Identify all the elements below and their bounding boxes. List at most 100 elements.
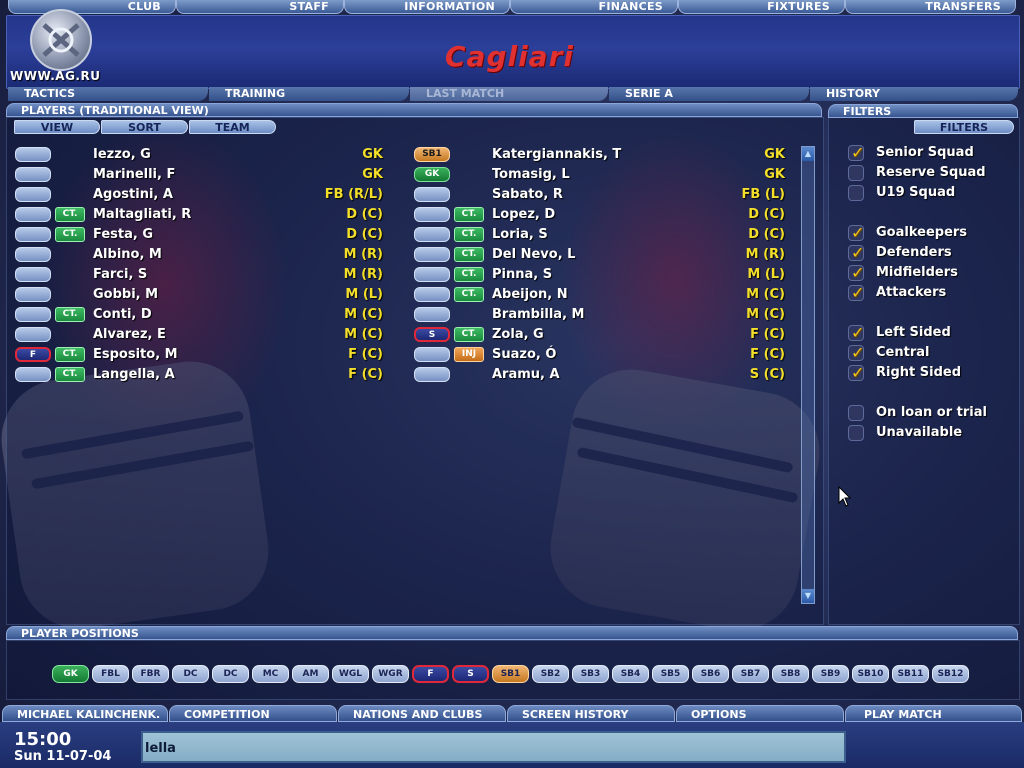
player-info-button[interactable]: [414, 347, 450, 362]
filter-row[interactable]: ✓ Attackers: [848, 283, 1018, 302]
player-row[interactable]: INJ Suazo, Ó F (C): [414, 346, 785, 364]
position-slot[interactable]: SB12: [932, 665, 969, 683]
filter-row[interactable]: U19 Squad: [848, 184, 1018, 202]
filter-row[interactable]: ✓ Defenders: [848, 243, 1018, 262]
position-slot[interactable]: SB7: [732, 665, 769, 683]
filter-checkbox[interactable]: [848, 185, 864, 201]
player-name[interactable]: Agostini, A: [93, 186, 173, 204]
player-info-button[interactable]: [15, 287, 51, 302]
filter-row[interactable]: ✓ Senior Squad: [848, 143, 1018, 162]
player-name[interactable]: Maltagliati, R: [93, 206, 191, 224]
player-row[interactable]: CT. Loria, S D (C): [414, 226, 785, 244]
player-name[interactable]: Suazo, Ó: [492, 346, 556, 364]
filter-row[interactable]: ✓ Midfielders: [848, 263, 1018, 282]
sub-tab-last-match[interactable]: LAST MATCH: [410, 87, 608, 101]
position-slot[interactable]: SB5: [652, 665, 689, 683]
position-slot[interactable]: F: [412, 665, 449, 683]
player-info-button[interactable]: SB1: [414, 147, 450, 162]
player-info-button[interactable]: [414, 247, 450, 262]
filter-row[interactable]: Unavailable: [848, 424, 1018, 442]
search-input[interactable]: lella: [141, 731, 846, 763]
position-slot[interactable]: SB6: [692, 665, 729, 683]
player-name[interactable]: Esposito, M: [93, 346, 178, 364]
top-tab-transfers[interactable]: TRANSFERS: [845, 0, 1016, 14]
bottom-tab-manager[interactable]: MICHAEL KALINCHENK.: [2, 705, 168, 722]
player-info-button[interactable]: [15, 227, 51, 242]
player-row[interactable]: Iezzo, G GK: [15, 146, 383, 164]
position-slot[interactable]: SB4: [612, 665, 649, 683]
player-row[interactable]: Alvarez, E M (C): [15, 326, 383, 344]
player-name[interactable]: Festa, G: [93, 226, 153, 244]
player-info-button[interactable]: [15, 247, 51, 262]
player-row[interactable]: Brambilla, M M (C): [414, 306, 785, 324]
player-info-button[interactable]: [15, 147, 51, 162]
filter-checkbox[interactable]: ✓: [848, 283, 864, 302]
player-info-button[interactable]: [15, 327, 51, 342]
player-info-button[interactable]: [15, 267, 51, 282]
player-name[interactable]: Aramu, A: [492, 366, 560, 384]
player-row[interactable]: S CT. Zola, G F (C): [414, 326, 785, 344]
player-info-button[interactable]: [15, 307, 51, 322]
filter-row[interactable]: Reserve Squad: [848, 164, 1018, 182]
player-row[interactable]: GK Tomasig, L GK: [414, 166, 785, 184]
player-name[interactable]: Gobbi, M: [93, 286, 158, 304]
sub-tab-serie-a[interactable]: SERIE A: [609, 87, 809, 101]
player-row[interactable]: Farci, S M (R): [15, 266, 383, 284]
sort-button[interactable]: SORT: [101, 120, 188, 134]
player-name[interactable]: Del Nevo, L: [492, 246, 575, 264]
position-slot[interactable]: SB9: [812, 665, 849, 683]
player-info-button[interactable]: [414, 267, 450, 282]
sub-tab-history[interactable]: HISTORY: [810, 87, 1018, 101]
top-tab-finances[interactable]: FINANCES: [510, 0, 678, 14]
player-name[interactable]: Farci, S: [93, 266, 147, 284]
position-slot[interactable]: WGL: [332, 665, 369, 683]
player-name[interactable]: Lopez, D: [492, 206, 555, 224]
bottom-tab-nations-clubs[interactable]: NATIONS AND CLUBS: [338, 705, 506, 722]
filter-checkbox[interactable]: [848, 405, 864, 421]
position-slot[interactable]: SB1: [492, 665, 529, 683]
player-row[interactable]: Albino, M M (R): [15, 246, 383, 264]
player-info-button[interactable]: [414, 227, 450, 242]
filter-checkbox[interactable]: [848, 425, 864, 441]
position-slot[interactable]: FBL: [92, 665, 129, 683]
position-slot[interactable]: DC: [212, 665, 249, 683]
team-button[interactable]: TEAM: [189, 120, 276, 134]
player-info-button[interactable]: [15, 367, 51, 382]
player-row[interactable]: CT. Abeijon, N M (C): [414, 286, 785, 304]
filter-checkbox[interactable]: ✓: [848, 223, 864, 242]
position-slot[interactable]: SB8: [772, 665, 809, 683]
player-row[interactable]: CT. Maltagliati, R D (C): [15, 206, 383, 224]
player-name[interactable]: Abeijon, N: [492, 286, 568, 304]
position-slot[interactable]: FBR: [132, 665, 169, 683]
bottom-tab-screen-history[interactable]: SCREEN HISTORY: [507, 705, 675, 722]
play-match-button[interactable]: PLAY MATCH: [845, 705, 1022, 722]
sub-tab-training[interactable]: TRAINING: [209, 87, 409, 101]
player-name[interactable]: Alvarez, E: [93, 326, 166, 344]
scroll-up-arrow-icon[interactable]: ▲: [802, 147, 814, 161]
filter-row[interactable]: ✓ Central: [848, 343, 1018, 362]
player-info-button[interactable]: S: [414, 327, 450, 342]
filter-checkbox[interactable]: ✓: [848, 323, 864, 342]
position-slot[interactable]: SB2: [532, 665, 569, 683]
player-info-button[interactable]: [414, 187, 450, 202]
player-name[interactable]: Iezzo, G: [93, 146, 151, 164]
player-row[interactable]: CT. Langella, A F (C): [15, 366, 383, 384]
player-name[interactable]: Conti, D: [93, 306, 152, 324]
scroll-down-arrow-icon[interactable]: ▼: [802, 589, 814, 603]
player-row[interactable]: CT. Del Nevo, L M (R): [414, 246, 785, 264]
player-info-button[interactable]: [414, 207, 450, 222]
bottom-tab-competition[interactable]: COMPETITION: [169, 705, 337, 722]
player-info-button[interactable]: GK: [414, 167, 450, 182]
top-tab-fixtures[interactable]: FIXTURES: [678, 0, 845, 14]
top-tab-information[interactable]: INFORMATION: [344, 0, 510, 14]
filter-checkbox[interactable]: ✓: [848, 263, 864, 282]
player-row[interactable]: Aramu, A S (C): [414, 366, 785, 384]
player-info-button[interactable]: [15, 187, 51, 202]
player-info-button[interactable]: [414, 287, 450, 302]
view-button[interactable]: VIEW: [14, 120, 100, 134]
filter-checkbox[interactable]: ✓: [848, 143, 864, 162]
position-slot[interactable]: WGR: [372, 665, 409, 683]
player-row[interactable]: CT. Lopez, D D (C): [414, 206, 785, 224]
player-row[interactable]: F CT. Esposito, M F (C): [15, 346, 383, 364]
player-name[interactable]: Loria, S: [492, 226, 548, 244]
